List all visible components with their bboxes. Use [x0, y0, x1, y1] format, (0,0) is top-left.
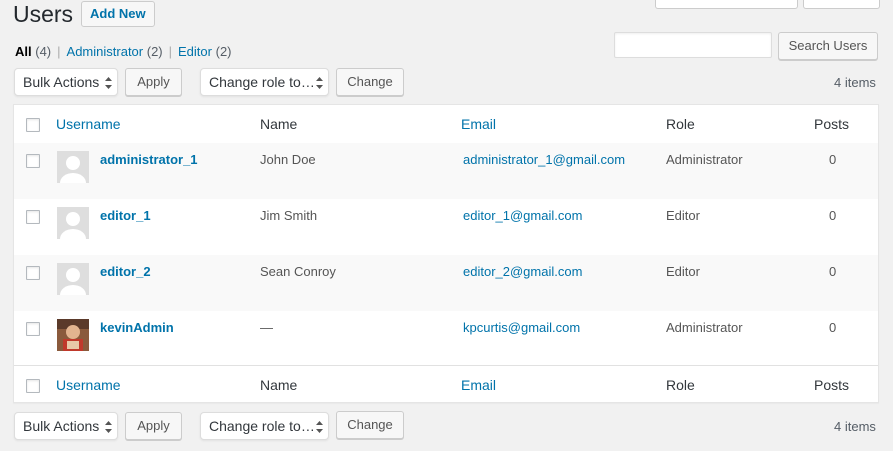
user-role: Administrator — [666, 320, 743, 335]
column-name: Name — [260, 116, 298, 132]
row-checkbox[interactable] — [26, 322, 40, 336]
table-row: administrator_1 John Doe administrator_1… — [14, 143, 878, 199]
table-row: kevinAdmin — kpcurtis@gmail.com Administ… — [14, 311, 878, 367]
search-users-button[interactable]: Search Users — [778, 32, 878, 60]
default-avatar-icon — [57, 263, 89, 295]
role-filter-links: All (4) | Administrator (2) | Editor (2) — [15, 44, 232, 59]
avatar — [57, 151, 89, 183]
user-name: John Doe — [260, 152, 316, 167]
column-role: Role — [666, 377, 695, 393]
user-role: Editor — [666, 208, 700, 223]
screen-options-tab[interactable] — [655, 0, 798, 9]
column-name: Name — [260, 377, 298, 393]
user-posts: 0 — [829, 152, 837, 167]
change-role-button[interactable]: Change — [336, 68, 404, 96]
user-name: Jim Smith — [260, 208, 318, 223]
email-link[interactable]: editor_1@gmail.com — [463, 208, 582, 223]
add-new-button[interactable]: Add New — [81, 1, 155, 27]
user-posts: 0 — [829, 264, 837, 279]
user-posts: 0 — [829, 208, 837, 223]
select-all-checkbox[interactable] — [26, 379, 40, 393]
user-name: Sean Conroy — [260, 264, 336, 279]
bulk-actions-select-bottom[interactable]: Bulk Actions — [14, 412, 118, 440]
username-link[interactable]: kevinAdmin — [100, 320, 174, 335]
row-checkbox[interactable] — [26, 210, 40, 224]
avatar — [57, 207, 89, 239]
table-footer: Username Name Email Role Posts — [14, 365, 878, 404]
username-link[interactable]: editor_1 — [100, 208, 151, 223]
select-arrows-icon — [316, 77, 323, 89]
select-arrows-icon — [105, 421, 112, 433]
default-avatar-icon — [57, 207, 89, 239]
email-link[interactable]: kpcurtis@gmail.com — [463, 320, 580, 335]
user-role: Editor — [666, 264, 700, 279]
username-link[interactable]: editor_2 — [100, 264, 151, 279]
user-role: Administrator — [666, 152, 743, 167]
column-username-sort[interactable]: Username — [56, 377, 121, 393]
apply-button-bottom[interactable]: Apply — [125, 412, 182, 440]
avatar — [57, 319, 89, 351]
select-arrows-icon — [105, 77, 112, 89]
items-count-bottom: 4 items — [834, 419, 876, 434]
column-posts: Posts — [814, 377, 850, 393]
view-all[interactable]: All (4) — [15, 44, 51, 59]
row-checkbox[interactable] — [26, 154, 40, 168]
email-link[interactable]: administrator_1@gmail.com — [463, 152, 625, 167]
column-role: Role — [666, 116, 695, 132]
user-posts: 0 — [829, 320, 837, 335]
search-input[interactable] — [614, 32, 772, 58]
column-email-sort[interactable]: Email — [461, 116, 496, 132]
view-editor[interactable]: Editor (2) — [178, 44, 231, 59]
bulk-actions-select[interactable]: Bulk Actions — [14, 68, 118, 96]
page-title: Users — [13, 1, 74, 27]
apply-button[interactable]: Apply — [125, 68, 182, 96]
row-checkbox[interactable] — [26, 266, 40, 280]
username-link[interactable]: administrator_1 — [100, 152, 198, 167]
table-row: editor_2 Sean Conroy editor_2@gmail.com … — [14, 255, 878, 311]
change-role-select-bottom[interactable]: Change role to… — [200, 412, 329, 440]
change-role-select[interactable]: Change role to… — [200, 68, 329, 96]
email-link[interactable]: editor_2@gmail.com — [463, 264, 582, 279]
user-name: — — [260, 320, 273, 335]
items-count: 4 items — [834, 75, 876, 90]
column-email-sort[interactable]: Email — [461, 377, 496, 393]
column-posts: Posts — [814, 116, 850, 132]
select-arrows-icon — [316, 421, 323, 433]
table-header: Username Name Email Role Posts — [14, 105, 878, 144]
table-row: editor_1 Jim Smith editor_1@gmail.com Ed… — [14, 199, 878, 255]
select-all-checkbox[interactable] — [26, 118, 40, 132]
view-administrator[interactable]: Administrator (2) — [67, 44, 163, 59]
help-tab[interactable] — [803, 0, 880, 9]
default-avatar-icon — [57, 151, 89, 183]
change-role-button-bottom[interactable]: Change — [336, 411, 404, 439]
users-table: Username Name Email Role Posts administr… — [13, 104, 879, 403]
column-username-sort[interactable]: Username — [56, 116, 121, 132]
photo-avatar-icon — [57, 319, 89, 351]
avatar — [57, 263, 89, 295]
